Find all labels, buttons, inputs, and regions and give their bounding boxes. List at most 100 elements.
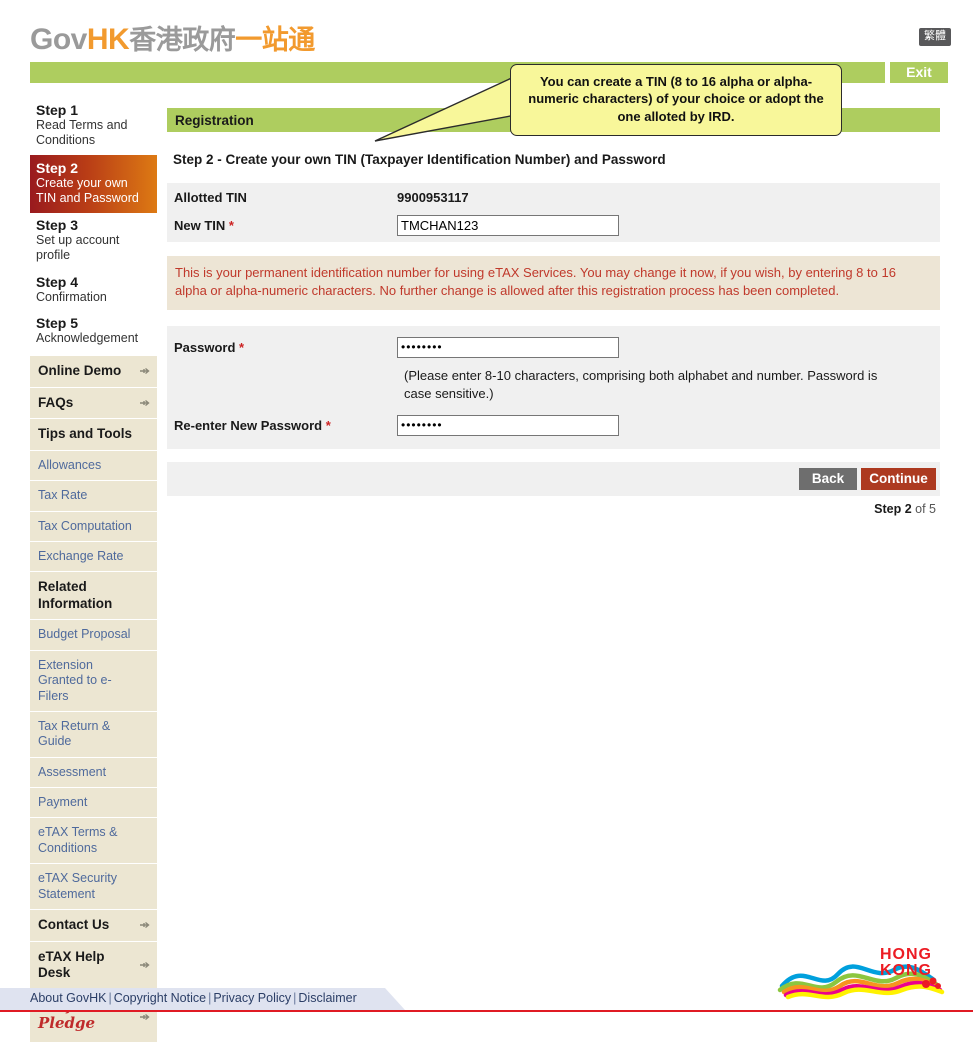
step-counter-total: of 5 [911, 501, 936, 516]
sidebar-step-2[interactable]: Step 2 Create your own TIN and Password [30, 154, 157, 213]
language-toggle-button[interactable]: 繁體 [919, 28, 951, 46]
sidebar-item-tax-return-guide[interactable]: Tax Return & Guide [30, 711, 157, 758]
sidebar-item-label: FAQs [38, 394, 74, 410]
footer-links: About GovHK | Copyright Notice | Privacy Pol… [30, 988, 357, 1005]
sidebar-item-tax-computation[interactable]: Tax Computation [30, 511, 157, 542]
sidebar-step-subtitle: Acknowledgement [36, 330, 139, 345]
sidebar-item-tax-rate[interactable]: Tax Rate [30, 481, 157, 512]
sidebar-step-3[interactable]: Step 3 Set up account profile [30, 213, 157, 270]
sidebar-item-label: Contact Us [38, 916, 110, 932]
continue-button[interactable]: Continue [861, 467, 936, 490]
sidebar-step-5[interactable]: Step 5 Acknowledgement [30, 311, 157, 352]
step-counter-current: Step 2 [874, 501, 912, 516]
allotted-tin-value: 9900953117 [397, 189, 469, 205]
sidebar-item-online-demo[interactable]: Online Demo [30, 356, 157, 388]
sidebar-item-label: Tips and Tools [38, 426, 133, 442]
sidebar-step-title: Step 4 [36, 273, 79, 290]
form-action-bar: Back Continue [167, 461, 940, 496]
hk-logo-line2: KONG [880, 962, 932, 979]
arrow-right-icon [139, 397, 151, 409]
sidebar-item-payment[interactable]: Payment [30, 788, 157, 819]
sidebar-item-label: Tax Return & Guide [38, 718, 111, 749]
sidebar-item-label: eTAX Security Statement [38, 871, 117, 901]
sidebar-menu: Online Demo FAQs Tips and Tools Allowances T… [30, 356, 157, 1042]
sidebar: Step 1 Read Terms and Conditions Step 2 Cre… [30, 98, 157, 1042]
registration-steps-list: Step 1 Read Terms and Conditions Step 2 Cre… [30, 98, 157, 352]
sidebar-item-label: Budget Proposal [38, 627, 131, 642]
govhk-logo: GovHK香港政府一站通 [30, 18, 315, 57]
footer-link-privacy-policy[interactable]: Privacy Policy [213, 991, 291, 1005]
logo-chinese-orange: 一站通 [235, 25, 315, 55]
repassword-input[interactable] [397, 414, 619, 436]
new-tin-input[interactable] [397, 215, 619, 236]
allotted-tin-row: Allotted TIN 9900953117 [167, 183, 940, 210]
sidebar-step-title: Step 3 [36, 217, 79, 233]
password-label-text: Password [174, 339, 236, 355]
main-content: Registration Step 2 - Create your own TI… [167, 108, 940, 516]
footer-link-disclaimer[interactable]: Disclaimer [298, 991, 356, 1005]
page-footer: About GovHK | Copyright Notice | Privacy Pol… [0, 988, 973, 1012]
password-input[interactable] [397, 336, 619, 358]
sidebar-item-label: Allowances [38, 457, 102, 472]
sidebar-item-label: Exchange Rate [38, 548, 124, 563]
password-hint-text: (Please enter 8-10 characters, comprisin… [404, 367, 878, 402]
password-form-zone: Password * (Please enter 8-10 characters… [167, 325, 940, 449]
sidebar-item-contact-us[interactable]: Contact Us [30, 909, 157, 942]
back-button[interactable]: Back [799, 467, 857, 490]
sidebar-item-faqs[interactable]: FAQs [30, 387, 157, 420]
sidebar-item-allowances[interactable]: Allowances [30, 450, 157, 482]
required-marker: * [239, 339, 245, 355]
sidebar-item-etax-terms-conditions[interactable]: eTAX Terms & Conditions [30, 818, 157, 865]
sidebar-step-title: Step 2 [36, 159, 79, 176]
sidebar-item-related-information[interactable]: Related Information [30, 572, 157, 621]
sidebar-item-etax-security-statement[interactable]: eTAX Security Statement [30, 864, 157, 910]
footer-link-about-govhk[interactable]: About GovHK [30, 991, 106, 1005]
page-header: GovHK香港政府一站通 繁體 [0, 0, 973, 58]
required-marker: * [325, 417, 331, 433]
repassword-label-text: Re-enter New Password [174, 417, 323, 433]
exit-button[interactable]: Exit [890, 62, 948, 83]
footer-separator: | [108, 991, 112, 1005]
logo-chinese-gray: 香港政府 [129, 25, 236, 55]
required-marker: * [228, 218, 234, 233]
sidebar-step-subtitle: Create your own TIN and Password [36, 175, 139, 205]
sidebar-item-label: Online Demo [38, 363, 122, 378]
sidebar-item-etax-help-desk[interactable]: eTAX Help Desk [30, 941, 157, 990]
new-tin-label-text: New TIN [174, 218, 226, 233]
sidebar-step-subtitle: Confirmation [36, 289, 107, 304]
sidebar-item-label: Assessment [38, 764, 107, 779]
arrow-right-icon [139, 919, 151, 931]
sidebar-step-title: Step 1 [36, 102, 79, 118]
sidebar-item-label: eTAX Help Desk [38, 948, 105, 981]
sidebar-step-title: Step 5 [36, 314, 79, 331]
new-tin-row: New TIN * [167, 210, 940, 242]
sidebar-step-1[interactable]: Step 1 Read Terms and Conditions [30, 98, 157, 155]
step-counter: Step 2 of 5 [167, 502, 940, 516]
sidebar-item-assessment[interactable]: Assessment [30, 757, 157, 789]
sidebar-step-subtitle: Read Terms and Conditions [36, 118, 128, 148]
repassword-row: Re-enter New Password * [167, 412, 940, 439]
logo-hk-text: HK [86, 23, 130, 56]
sidebar-item-label: Tax Computation [38, 518, 132, 533]
sidebar-item-label: eTAX Terms & Conditions [38, 825, 118, 855]
tooltip-callout[interactable]: You can create a TIN (8 to 16 alpha or a… [510, 64, 842, 136]
sidebar-step-subtitle: Set up account profile [36, 233, 120, 263]
sidebar-item-label: Extension Granted to e-Filers [38, 657, 112, 703]
sidebar-item-label: Tax Rate [38, 488, 88, 503]
logo-gov-text: Gov [30, 23, 87, 56]
password-row: Password * [167, 334, 940, 361]
allotted-tin-label: Allotted TIN [174, 189, 247, 205]
sidebar-item-tips-and-tools[interactable]: Tips and Tools [30, 419, 157, 451]
page-title: Step 2 - Create your own TIN (Taxpayer I… [173, 152, 666, 167]
arrow-right-icon [139, 959, 151, 971]
sidebar-step-4[interactable]: Step 4 Confirmation [30, 270, 157, 311]
sidebar-item-label: Related Information [38, 579, 113, 611]
hk-logo-line1: HONG [880, 946, 932, 963]
sidebar-item-exchange-rate[interactable]: Exchange Rate [30, 541, 157, 573]
repassword-label: Re-enter New Password * [167, 418, 397, 433]
password-label: Password * [167, 340, 397, 355]
sidebar-item-budget-proposal[interactable]: Budget Proposal [30, 620, 157, 651]
tin-notice-text: This is your permanent identification nu… [167, 256, 940, 310]
footer-link-copyright-notice[interactable]: Copyright Notice [114, 991, 206, 1005]
sidebar-item-extension-granted-to-e-filers[interactable]: Extension Granted to e-Filers [30, 650, 157, 712]
